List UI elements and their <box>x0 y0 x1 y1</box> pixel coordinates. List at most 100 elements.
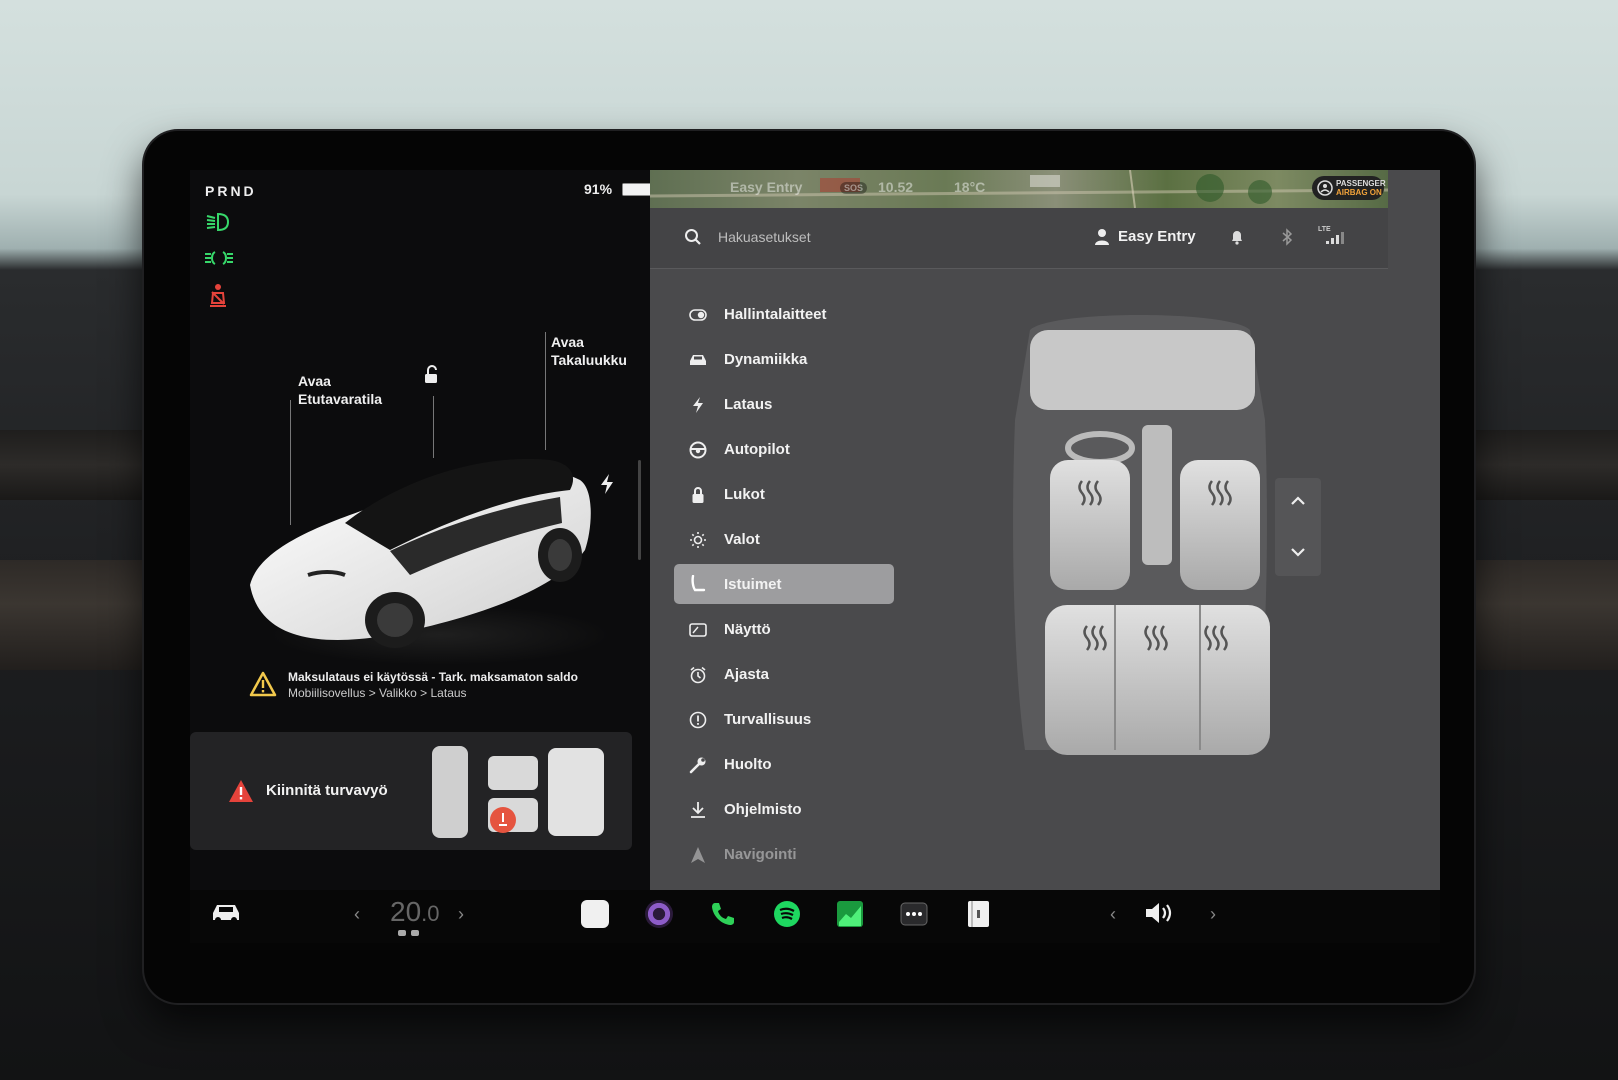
menu-item-label: Autopilot <box>724 441 790 458</box>
car-icon <box>686 353 710 367</box>
open-frunk-button[interactable]: Avaa Etutavaratila <box>298 372 382 408</box>
menu-item-navigointi[interactable]: Navigointi <box>674 832 894 877</box>
seat-position-control <box>1275 478 1321 576</box>
display-icon <box>686 622 710 637</box>
seat-heat-status-icon <box>398 930 419 936</box>
settings-top-bar: Hakuasetukset Easy Entry LTE <box>650 208 1388 269</box>
lock-icon <box>686 486 710 504</box>
volume-icon[interactable] <box>1144 900 1176 926</box>
menu-item-istuimet[interactable]: Istuimet <box>674 564 894 604</box>
steering-wheel-icon <box>686 441 710 459</box>
temp-up-button[interactable]: › <box>458 904 464 925</box>
sos-badge[interactable]: SOS <box>840 182 868 194</box>
trunk-callout-line <box>545 332 546 450</box>
menu-item-label: Huolto <box>724 756 772 773</box>
menu-item-label: Ohjelmisto <box>724 801 802 818</box>
camera-icon[interactable] <box>645 900 673 928</box>
driver-profile-button[interactable]: Easy Entry <box>1118 228 1196 245</box>
airbag-icon <box>1317 180 1333 196</box>
touchscreen: PRND 91% Avaa Etutavaratila Avaa Takaluu… <box>190 170 1440 943</box>
low-beam-icon <box>204 210 234 234</box>
spotify-icon[interactable] <box>773 900 801 928</box>
notes-icon[interactable] <box>581 900 609 928</box>
menu-item-valot[interactable]: Valot <box>674 517 894 562</box>
menu-item-label: Valot <box>724 531 760 548</box>
settings-panel: Easy Entry SOS 10.52 18°C PASSENGER AIRB… <box>650 170 1440 890</box>
menu-item-label: Näyttö <box>724 621 771 638</box>
temperature-value: 20 <box>390 896 422 927</box>
menu-item-autopilot[interactable]: Autopilot <box>674 427 894 472</box>
chevron-down-icon[interactable] <box>1290 546 1306 558</box>
manual-icon[interactable] <box>964 900 992 928</box>
sun-icon <box>686 531 710 549</box>
trunk-label-line1: Avaa <box>551 334 584 350</box>
warning-triangle-icon <box>249 671 277 697</box>
menu-item-label: Hallintalaitteet <box>724 306 827 323</box>
parking-lights-icon <box>204 246 234 270</box>
temp-down-button[interactable]: ‹ <box>354 904 360 925</box>
gear-selector: PRND <box>205 183 257 199</box>
car-status-panel: PRND 91% Avaa Etutavaratila Avaa Takaluu… <box>190 170 668 890</box>
download-icon <box>686 801 710 819</box>
outside-temp: 18°C <box>954 179 986 195</box>
seatbelt-warning-icon <box>204 283 234 307</box>
more-icon[interactable] <box>900 900 928 928</box>
bell-icon[interactable] <box>1230 229 1244 245</box>
clock: 10.52 <box>878 179 914 195</box>
alert-triangle-icon <box>229 780 253 802</box>
temperature-decimal: .0 <box>421 901 440 926</box>
map-status-bar[interactable]: Easy Entry SOS 10.52 18°C PASSENGER AIRB… <box>650 170 1388 208</box>
car-model-image <box>240 435 610 665</box>
car-panel-scrollbar[interactable] <box>638 460 641 560</box>
airbag-line2: AIRBAG ON <box>1336 188 1382 197</box>
user-icon[interactable] <box>1094 228 1110 246</box>
alert-circle-icon <box>686 711 710 729</box>
unlock-icon[interactable] <box>419 363 443 392</box>
menu-item-hallintalaitteet[interactable]: Hallintalaitteet <box>674 292 894 337</box>
menu-item-dynamiikka[interactable]: Dynamiikka <box>674 337 894 382</box>
bluetooth-icon[interactable] <box>1281 228 1293 246</box>
navigation-icon <box>686 846 710 864</box>
alarm-clock-icon <box>686 666 710 684</box>
menu-item-label: Ajasta <box>724 666 770 683</box>
energy-icon[interactable] <box>836 900 864 928</box>
passenger-airbag-status: PASSENGER AIRBAG ON <box>1312 176 1386 200</box>
bolt-icon <box>686 396 710 414</box>
menu-item-turvallisuus[interactable]: Turvallisuus <box>674 697 894 742</box>
search-input[interactable]: Hakuasetukset <box>718 229 811 245</box>
seatbelt-alert-card[interactable]: Kiinnitä turvavyö <box>190 732 632 850</box>
car-icon[interactable] <box>210 901 242 923</box>
menu-item-lukot[interactable]: Lukot <box>674 472 894 517</box>
cabin-seats-view[interactable] <box>990 300 1290 760</box>
menu-item-huolto[interactable]: Huolto <box>674 742 894 787</box>
volume-up-button[interactable]: › <box>1210 904 1216 925</box>
climate-temperature[interactable]: 20.0 <box>390 896 440 928</box>
menu-item-lataus[interactable]: Lataus <box>674 382 894 427</box>
open-trunk-button[interactable]: Avaa Takaluukku <box>551 333 627 369</box>
bottom-dock: ‹ 20.0 › ‹ › <box>190 890 1440 943</box>
seat-icon <box>686 575 710 593</box>
map-profile: Easy Entry <box>730 179 803 195</box>
menu-item-label: Turvallisuus <box>724 711 812 728</box>
menu-item-ajasta[interactable]: Ajasta <box>674 652 894 697</box>
phone-icon[interactable] <box>709 900 737 928</box>
seatbelt-alert-text: Kiinnitä turvavyö <box>266 782 388 799</box>
chevron-up-icon[interactable] <box>1290 495 1306 507</box>
wrench-icon <box>686 756 710 774</box>
battery-fill <box>623 184 653 195</box>
menu-item-label: Istuimet <box>724 575 782 593</box>
search-icon[interactable] <box>684 228 702 246</box>
menu-item-label: Dynamiikka <box>724 351 808 368</box>
menu-item-ohjelmisto[interactable]: Ohjelmisto <box>674 787 894 832</box>
volume-down-button[interactable]: ‹ <box>1110 904 1116 925</box>
menu-item-näyttö[interactable]: Näyttö <box>674 607 894 652</box>
signal-strength-icon <box>1326 232 1344 244</box>
trunk-label-line2: Takaluukku <box>551 352 627 368</box>
frunk-label-line1: Avaa <box>298 373 331 389</box>
cabin-seat-diagram <box>432 746 604 838</box>
menu-item-label: Lataus <box>724 396 773 413</box>
menu-item-label: Lukot <box>724 486 765 503</box>
menu-item-label: Navigointi <box>724 846 797 863</box>
battery-percent: 91% <box>584 181 613 197</box>
supercharging-notice[interactable]: Maksulataus ei käytössä - Tark. maksamat… <box>245 663 590 707</box>
